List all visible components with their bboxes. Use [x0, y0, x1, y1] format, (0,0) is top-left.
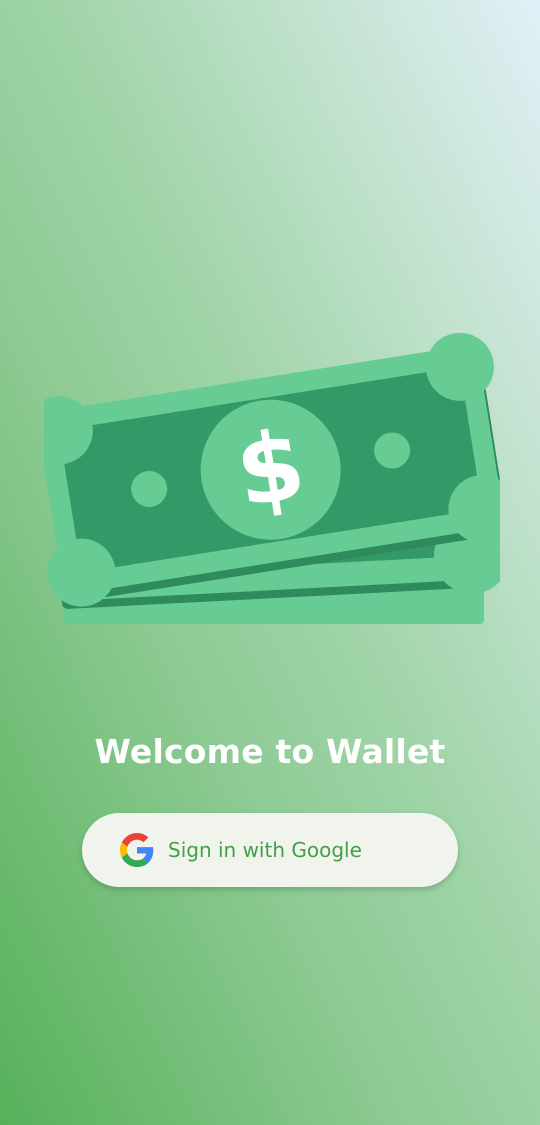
money-bills-icon: $: [44, 332, 500, 624]
google-icon: [120, 833, 154, 867]
google-signin-button[interactable]: Sign in with Google: [82, 813, 458, 887]
google-signin-label: Sign in with Google: [168, 838, 362, 862]
welcome-title: Welcome to Wallet: [94, 732, 446, 771]
